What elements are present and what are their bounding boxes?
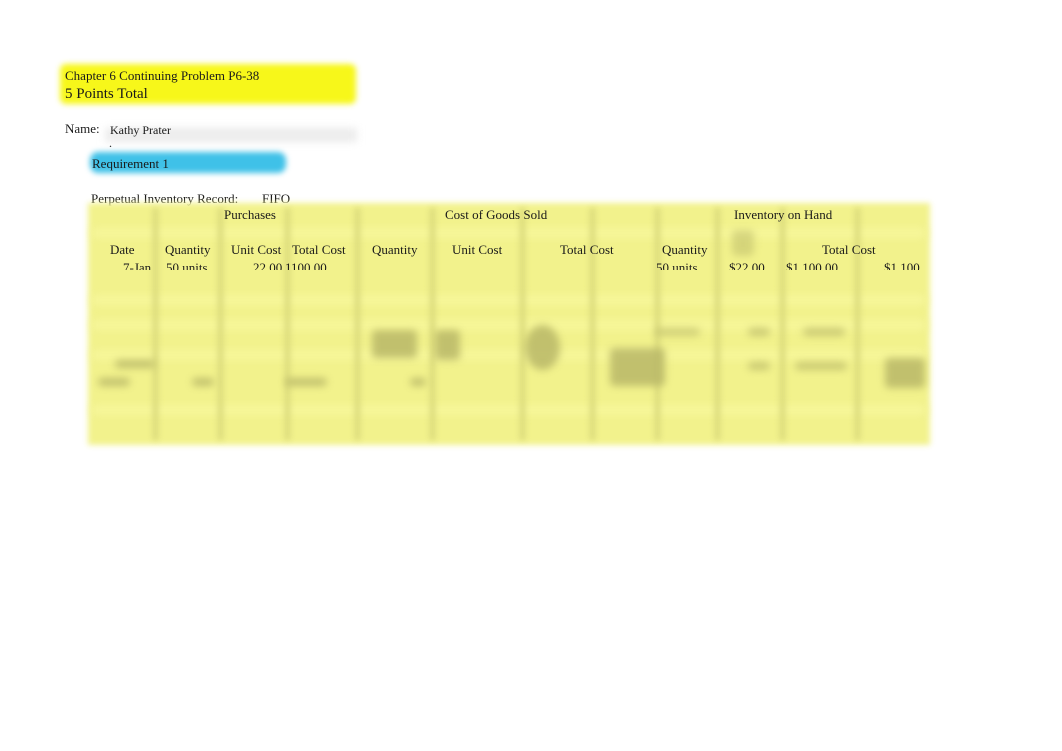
- group-header-inventory: Inventory on Hand: [734, 207, 833, 222]
- assignment-title: Chapter 6 Continuing Problem P6-38: [65, 68, 260, 83]
- obscured-content: [803, 328, 845, 336]
- obscured-content: [435, 330, 460, 360]
- column-divider: [355, 208, 360, 440]
- requirement-label: Requirement 1: [92, 156, 169, 171]
- column-divider: [153, 208, 158, 440]
- cell-inventory-running-total: $1,100: [884, 260, 920, 270]
- obscured-content: [285, 378, 327, 386]
- obscured-content: [748, 362, 770, 370]
- obscured-content: [610, 348, 665, 386]
- name-value: Kathy Prater: [110, 123, 171, 137]
- column-divider: [520, 208, 525, 440]
- cell-date: 7-Jan: [123, 260, 152, 270]
- column-header-inventory-quantity: Quantity: [662, 242, 708, 257]
- obscured-content: [115, 360, 155, 368]
- column-divider: [430, 208, 435, 440]
- obscured-content: [192, 378, 214, 386]
- obscured-content: [410, 378, 426, 386]
- obscured-content: [655, 328, 700, 336]
- cell-inventory-total-cost: $1,100.00: [786, 260, 838, 270]
- obscured-content: [732, 230, 754, 256]
- column-divider: [218, 208, 223, 440]
- column-header-purchase-quantity: Quantity: [165, 242, 211, 257]
- obscured-content: [885, 358, 925, 388]
- column-header-cogs-total-cost: Total Cost: [560, 242, 614, 257]
- cell-purchase-total-cost: 1100.00: [285, 260, 327, 270]
- column-divider: [715, 208, 720, 440]
- cell-purchase-unit-cost: 22.00: [253, 260, 283, 270]
- cell-inventory-unit-cost: $22.00: [729, 260, 765, 270]
- group-header-cogs: Cost of Goods Sold: [445, 207, 548, 222]
- obscured-content: [795, 362, 847, 370]
- cell-purchase-quantity: 50 units: [166, 260, 208, 270]
- obscured-content: [748, 328, 770, 336]
- group-header-purchases: Purchases: [224, 207, 276, 222]
- column-divider: [285, 208, 290, 440]
- column-header-purchase-unit-cost: Unit Cost: [231, 242, 282, 257]
- column-header-cogs-unit-cost: Unit Cost: [452, 242, 503, 257]
- column-header-cogs-quantity: Quantity: [372, 242, 418, 257]
- name-label: Name:: [65, 121, 100, 136]
- column-header-inventory-total-cost: Total Cost: [822, 242, 876, 257]
- column-header-date: Date: [110, 242, 135, 257]
- points-total: 5 Points Total: [65, 86, 148, 102]
- obscured-content: [98, 378, 130, 386]
- obscured-content: [525, 325, 560, 370]
- dot-mark: .: [109, 136, 112, 150]
- cell-inventory-quantity: 50 units: [656, 260, 698, 270]
- column-divider: [655, 208, 660, 440]
- obscured-content: [372, 330, 417, 358]
- column-header-purchase-total-cost: Total Cost: [292, 242, 346, 257]
- column-divider: [780, 208, 785, 440]
